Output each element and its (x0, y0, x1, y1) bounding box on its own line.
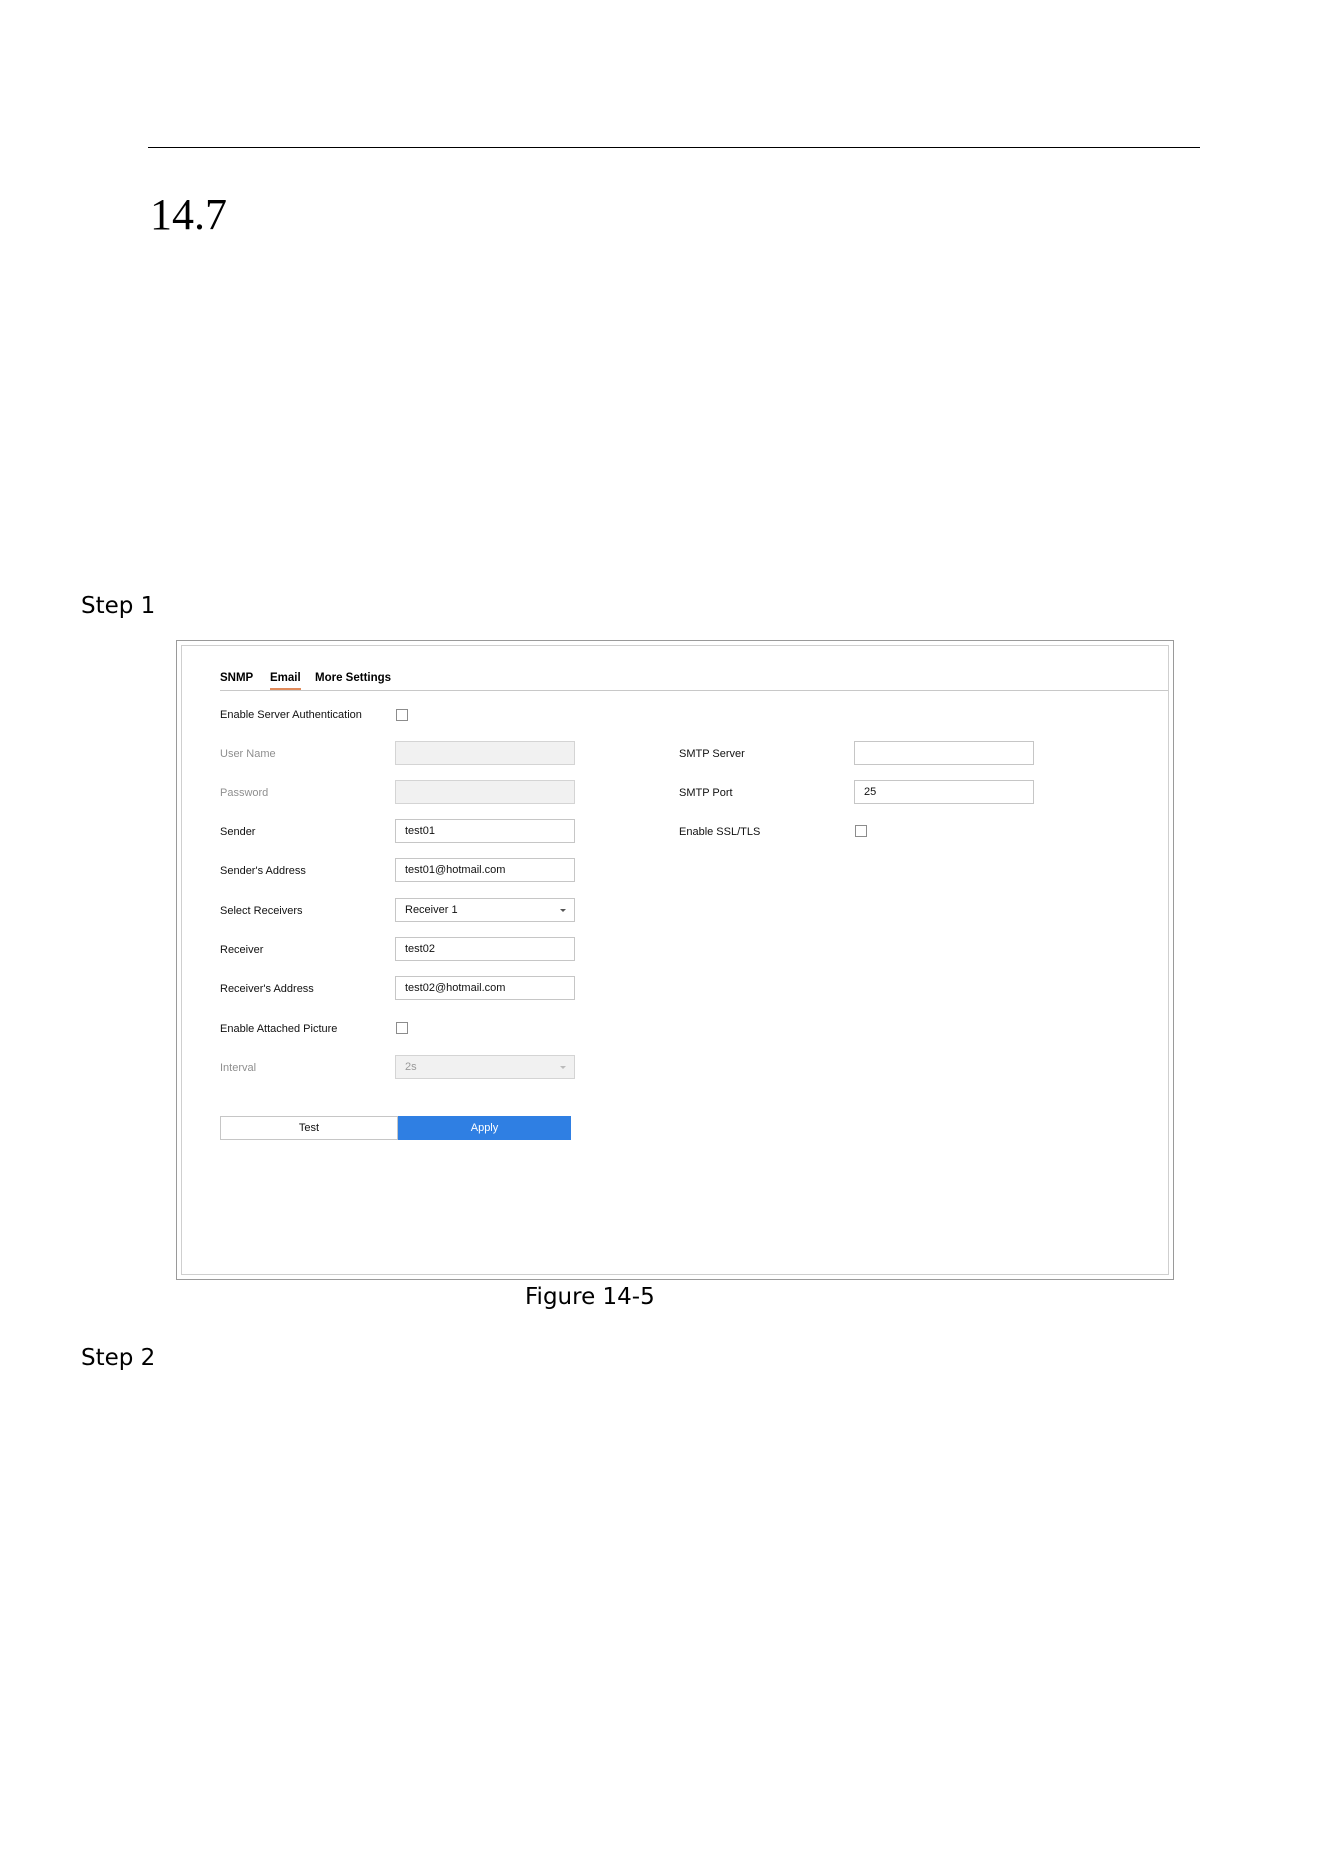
user-name-label: User Name (220, 748, 276, 760)
password-input[interactable] (395, 780, 575, 804)
smtp-server-input[interactable] (854, 741, 1034, 765)
receiver-address-label: Receiver's Address (220, 983, 314, 995)
password-label: Password (220, 787, 269, 799)
receiver-address-input[interactable]: test02@hotmail.com (395, 976, 575, 1000)
enable-ssl-label: Enable SSL/TLS (679, 826, 761, 838)
enable-server-auth-label: Enable Server Authentication (220, 709, 362, 721)
receiver-input[interactable]: test02 (395, 937, 575, 961)
step-1-label: Step 1 (81, 593, 156, 619)
figure-caption: Figure 14-5 (525, 1284, 655, 1310)
smtp-server-label: SMTP Server (679, 748, 745, 760)
settings-panel: SNMP Email More Settings Enable Server A… (181, 645, 1169, 1275)
sender-address-label: Sender's Address (220, 865, 306, 877)
tab-snmp[interactable]: SNMP (220, 672, 253, 684)
select-receivers-dropdown[interactable]: Receiver 1 (395, 898, 575, 922)
sender-address-input[interactable]: test01@hotmail.com (395, 858, 575, 882)
chevron-down-icon (560, 909, 566, 912)
interval-value: 2s (405, 1061, 417, 1073)
section-number: 14.7 (150, 190, 227, 239)
header-rule (148, 147, 1200, 148)
sender-label: Sender (220, 826, 256, 838)
tab-more-settings[interactable]: More Settings (315, 672, 391, 684)
enable-attached-picture-checkbox[interactable] (396, 1022, 408, 1034)
tab-bar: SNMP Email More Settings (220, 668, 1168, 691)
enable-server-auth-checkbox[interactable] (396, 709, 408, 721)
email-settings-screenshot: SNMP Email More Settings Enable Server A… (176, 640, 1174, 1280)
interval-label: Interval (220, 1062, 257, 1074)
enable-ssl-checkbox[interactable] (855, 825, 867, 837)
smtp-port-input[interactable]: 25 (854, 780, 1034, 804)
apply-button[interactable]: Apply (398, 1116, 571, 1140)
sender-input[interactable]: test01 (395, 819, 575, 843)
user-name-input[interactable] (395, 741, 575, 765)
chevron-down-icon (560, 1066, 566, 1069)
step-2-label: Step 2 (81, 1345, 156, 1371)
receiver-label: Receiver (220, 944, 264, 956)
interval-dropdown[interactable]: 2s (395, 1055, 575, 1079)
test-button[interactable]: Test (220, 1116, 398, 1140)
smtp-port-label: SMTP Port (679, 787, 733, 799)
tab-email[interactable]: Email (270, 672, 301, 690)
select-receivers-label: Select Receivers (220, 905, 303, 917)
select-receivers-value: Receiver 1 (405, 904, 458, 916)
enable-attached-picture-label: Enable Attached Picture (220, 1023, 338, 1035)
